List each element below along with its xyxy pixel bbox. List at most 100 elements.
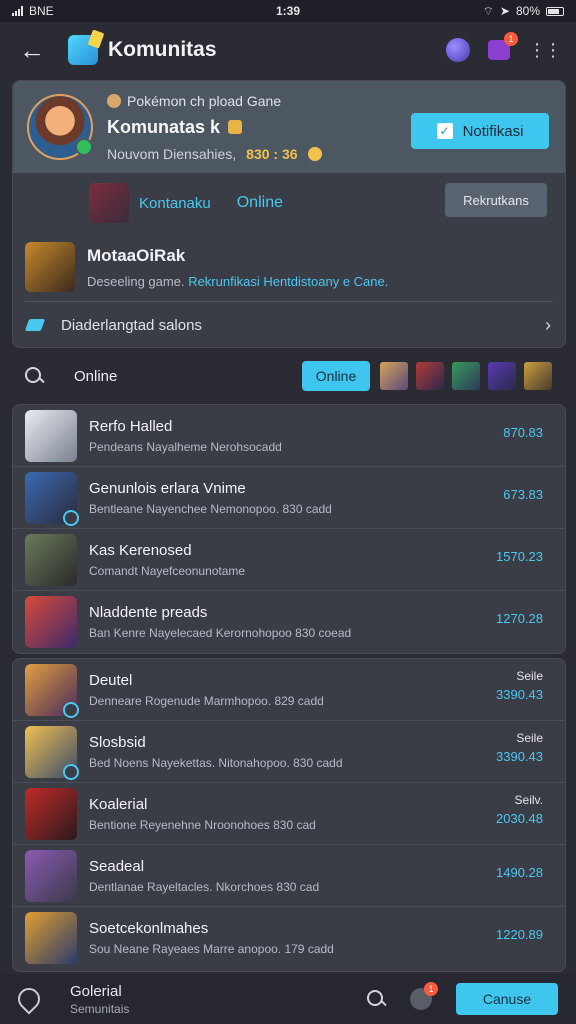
member-value: 1270.28 xyxy=(496,611,543,626)
member-avatar xyxy=(25,725,79,780)
continue-button[interactable]: Canuse xyxy=(456,983,558,1015)
member-name: Slosbsid xyxy=(89,733,146,751)
member-tag: Seile xyxy=(516,731,543,745)
friend-status: Online xyxy=(236,194,283,211)
clock: 1:39 xyxy=(275,4,301,18)
page-title: Komunitas xyxy=(108,38,217,61)
notification-badge: 1 xyxy=(424,982,438,996)
thumbnail[interactable] xyxy=(524,362,552,390)
more-options-icon[interactable]: ⋮⋮ xyxy=(528,40,562,61)
list-item[interactable]: Kas Kerenosed Comandt Nayefceonunotame 1… xyxy=(13,529,565,591)
discover-row[interactable]: Diaderlangtad salons › xyxy=(13,302,565,347)
pin-icon[interactable] xyxy=(13,983,45,1015)
member-value: 673.83 xyxy=(503,487,543,502)
member-avatar xyxy=(25,596,77,648)
status-ring-icon xyxy=(63,763,79,780)
bottom-title: Golerial xyxy=(70,982,122,1000)
member-tag: Seile xyxy=(516,669,543,683)
game-row[interactable]: MotaaOiRak Deseeling game. Rekrunfikasi … xyxy=(13,233,565,301)
member-value: 3390.43 xyxy=(496,749,543,764)
member-details: Ban Kenre Nayelecaed Kerornohopoo 830 co… xyxy=(89,626,352,640)
search-icon[interactable] xyxy=(366,989,386,1009)
member-details: Bentione Reyenehne Nroonohoes 830 cad xyxy=(89,817,316,832)
chat-badge: 1 xyxy=(504,32,518,46)
list-item[interactable]: Koalerial Bentione Reyenehne Nroonohoes … xyxy=(13,783,565,845)
profile-stats-label: Nouvom Diensahies, xyxy=(107,145,237,162)
notification-button[interactable]: ✓ Notifikasi xyxy=(411,113,549,149)
member-value: 2030.48 xyxy=(496,811,543,826)
member-details: Sou Neane Rayeaes Marre anopoo. 179 cadd xyxy=(89,942,334,956)
list-item[interactable]: Genunlois erlara Vnime Bentleane Nayench… xyxy=(13,467,565,529)
list-item[interactable]: Deutel Denneare Rogenude Marmhopoo. 829 … xyxy=(13,659,565,721)
profile-header: Pokémon ch pload Gane Komunatas k Nouvom… xyxy=(13,81,565,173)
online-filter-button[interactable]: Online xyxy=(302,361,370,391)
member-details: Comandt Nayefceonunotame xyxy=(89,563,246,578)
search-icon[interactable] xyxy=(24,366,44,386)
member-name: Nladdente preads xyxy=(89,604,208,621)
chevron-right-icon: › xyxy=(545,314,551,335)
mini-avatar-icon xyxy=(107,93,121,108)
member-name: Rerfo Halled xyxy=(89,417,173,435)
back-arrow-icon[interactable]: ← xyxy=(16,34,48,66)
member-details: Dentlanae Rayeltacles. Nkorchoes 830 cad xyxy=(89,879,320,894)
member-details: Denneare Rogenude Marmhopoo. 829 cadd xyxy=(89,693,324,708)
globe-icon[interactable] xyxy=(446,38,470,62)
member-avatar xyxy=(25,849,77,902)
game-description: Deseeling game. Rekrunfikasi Hentdistoan… xyxy=(87,273,389,289)
list-item[interactable]: Seadeal Dentlanae Rayeltacles. Nkorchoes… xyxy=(13,845,565,907)
thumbnail[interactable] xyxy=(416,362,444,390)
tag-icon xyxy=(24,319,46,331)
filter-thumbnails xyxy=(380,362,552,390)
game-icon xyxy=(25,242,75,292)
wifi-icon: ⌔ xyxy=(482,3,494,18)
profile-avatar[interactable] xyxy=(27,94,93,160)
member-name: Soetcekonlmahes xyxy=(89,920,209,937)
profile-subtitle: Pokémon ch pload Gane xyxy=(127,92,282,109)
bottom-subtitle: Semunitais xyxy=(70,1001,130,1016)
coin-icon xyxy=(307,146,322,161)
member-avatar xyxy=(25,663,79,718)
friend-row[interactable]: Kontanaku Online Rekrutkans xyxy=(13,173,565,233)
member-details: Bed Noens Nayekettas. Nitonahopoo. 830 c… xyxy=(89,755,343,770)
profile-stats-value: 830 : 36 xyxy=(246,145,298,162)
thumbnail[interactable] xyxy=(452,362,480,390)
member-list-2: Deutel Denneare Rogenude Marmhopoo. 829 … xyxy=(12,658,566,972)
member-value: 3390.43 xyxy=(496,687,543,702)
recruit-button[interactable]: Rekrutkans xyxy=(445,183,547,217)
list-item[interactable]: Nladdente preads Ban Kenre Nayelecaed Ke… xyxy=(13,591,565,653)
game-title: MotaaOiRak xyxy=(87,245,186,265)
notification-bell-icon[interactable]: 1 xyxy=(410,982,438,1010)
location-icon: ➤ xyxy=(499,4,510,18)
member-name: Genunlois erlara Vnime xyxy=(89,479,246,497)
thumbnail[interactable] xyxy=(380,362,408,390)
signal-icon xyxy=(12,6,23,16)
community-logo-icon xyxy=(68,35,98,65)
battery-percent: 80% xyxy=(515,4,540,18)
profile-card: Pokémon ch pload Gane Komunatas k Nouvom… xyxy=(12,80,566,348)
friend-name: Kontanaku xyxy=(139,194,211,212)
status-ring-icon xyxy=(63,701,79,718)
member-value: 1490.28 xyxy=(496,865,543,880)
status-ring-icon xyxy=(63,509,79,526)
member-list-1: Rerfo Halled Pendeans Nayalheme Nerohsoc… xyxy=(12,404,566,654)
list-item[interactable]: Rerfo Halled Pendeans Nayalheme Nerohsoc… xyxy=(13,405,565,467)
friend-avatar xyxy=(89,183,129,223)
carrier-label: BNE xyxy=(29,4,54,18)
filter-label: Online xyxy=(74,367,118,385)
top-bar: ← Komunitas 1 ⋮⋮ xyxy=(0,22,576,78)
check-icon: ✓ xyxy=(436,123,453,139)
member-avatar xyxy=(25,787,77,840)
member-details: Bentleane Nayenchee Nemonopoo. 830 cadd xyxy=(89,501,332,516)
list-item[interactable]: Soetcekonlmahes Sou Neane Rayeaes Marre … xyxy=(13,907,565,969)
filter-bar: Online Online xyxy=(0,356,576,396)
list-item[interactable]: Slosbsid Bed Noens Nayekettas. Nitonahop… xyxy=(13,721,565,783)
member-details: Pendeans Nayalheme Nerohsocadd xyxy=(89,439,282,454)
member-value: 1570.23 xyxy=(496,549,543,564)
member-name: Deutel xyxy=(89,671,133,689)
online-badge-icon xyxy=(75,138,93,156)
member-value: 870.83 xyxy=(503,425,543,440)
bottom-bar: Golerial Semunitais 1 Canuse xyxy=(0,974,576,1024)
member-name: Kas Kerenosed xyxy=(89,541,192,559)
chat-icon[interactable]: 1 xyxy=(488,32,518,60)
thumbnail[interactable] xyxy=(488,362,516,390)
